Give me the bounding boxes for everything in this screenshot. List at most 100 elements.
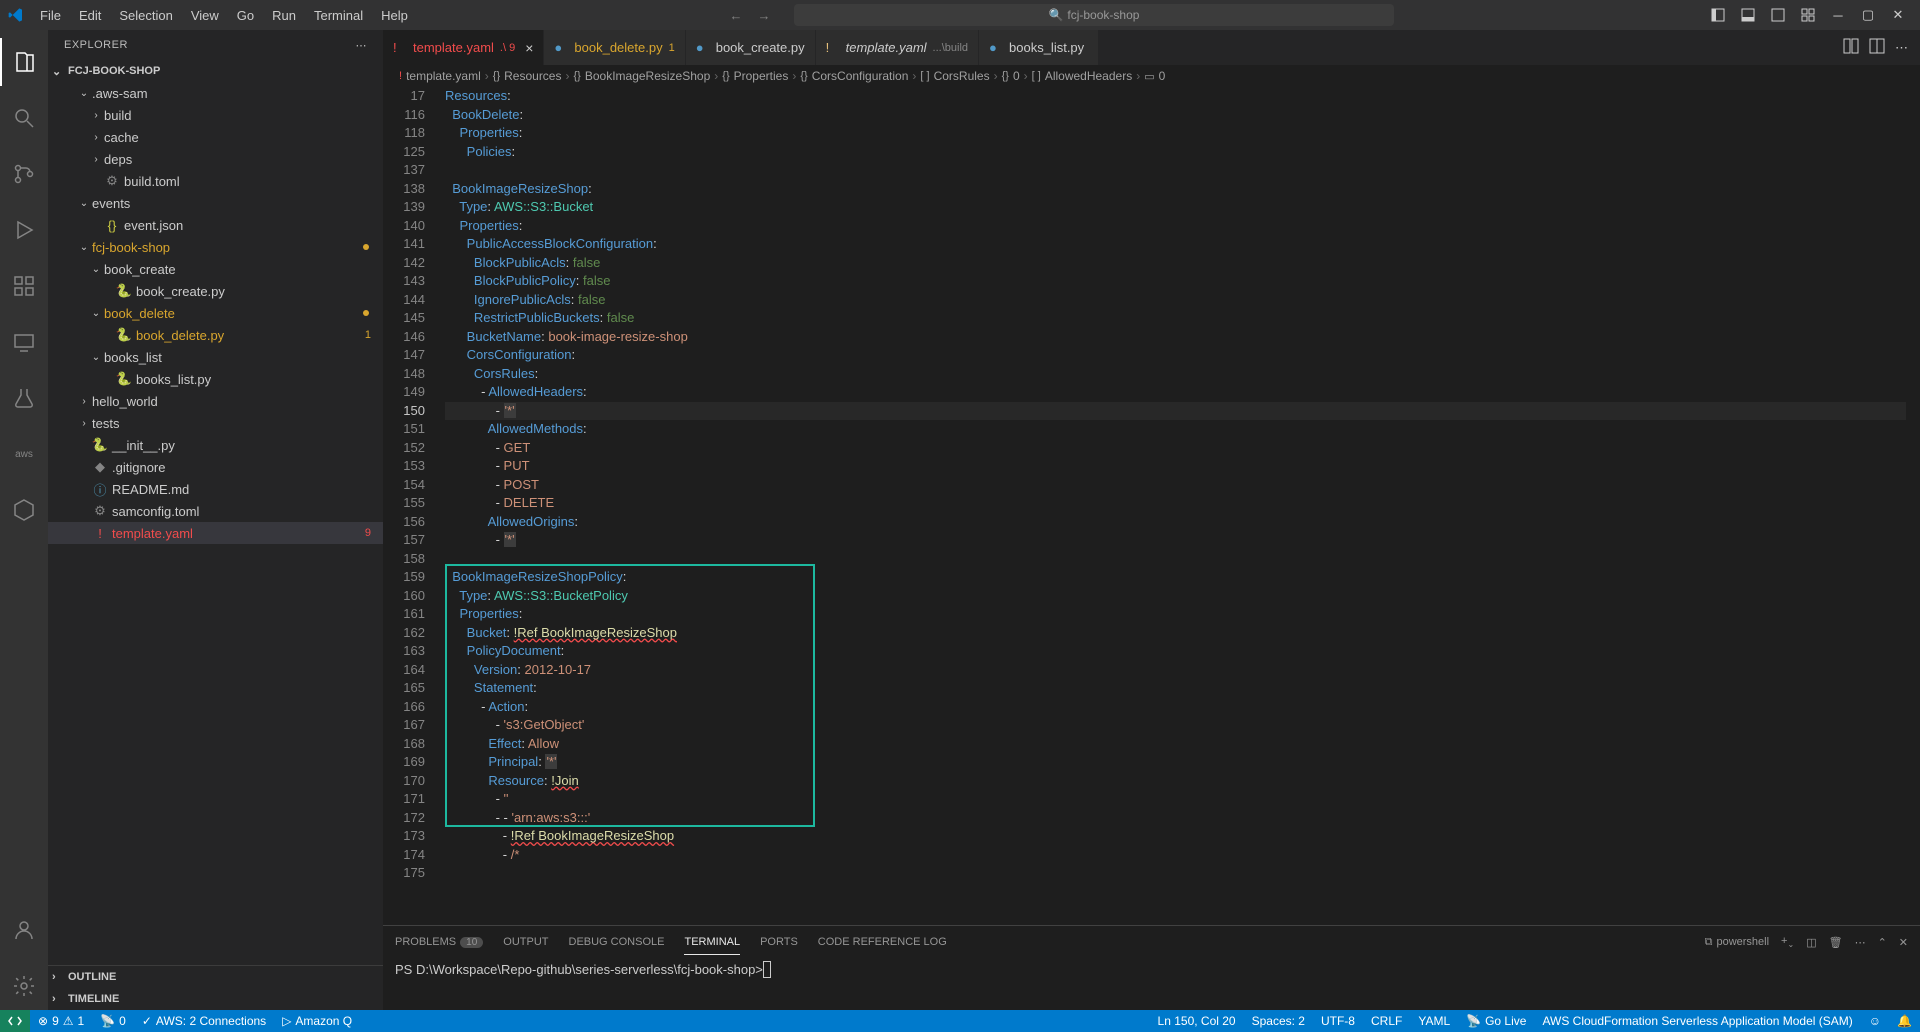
tree-file-samconfig-toml[interactable]: ⚙samconfig.toml bbox=[48, 500, 383, 522]
panel-close-icon[interactable]: ✕ bbox=[1899, 936, 1908, 949]
status-golive[interactable]: 📡Go Live bbox=[1458, 1014, 1534, 1028]
timeline-section[interactable]: ›TIMELINE bbox=[48, 988, 383, 1010]
menu-view[interactable]: View bbox=[183, 4, 227, 27]
minimap[interactable] bbox=[1906, 87, 1920, 925]
tab-template-yaml[interactable]: !template.yaml...\build bbox=[816, 30, 979, 65]
tab-books-list-py[interactable]: ●books_list.py bbox=[979, 30, 1099, 65]
tree-folder-book-create[interactable]: ⌄book_create bbox=[48, 258, 383, 280]
panel-tab-code-reference-log[interactable]: CODE REFERENCE LOG bbox=[818, 930, 947, 954]
compare-changes-icon[interactable] bbox=[1843, 38, 1859, 57]
breadcrumb-item[interactable]: {} BookImageResizeShop bbox=[573, 69, 710, 83]
breadcrumb-item[interactable]: {} Resources bbox=[493, 69, 562, 83]
breadcrumb-item[interactable]: {} Properties bbox=[722, 69, 788, 83]
more-actions-icon[interactable]: ⋯ bbox=[1895, 40, 1908, 56]
activity-extensions-icon[interactable] bbox=[0, 262, 48, 310]
status-indent[interactable]: Spaces: 2 bbox=[1244, 1014, 1313, 1028]
breadcrumb-item[interactable]: [ ] CorsRules bbox=[920, 69, 989, 83]
activity-amazon-q-icon[interactable] bbox=[0, 486, 48, 534]
layout-panel-bottom-icon[interactable] bbox=[1734, 1, 1762, 29]
panel-tab-problems[interactable]: PROBLEMS10 bbox=[395, 930, 483, 954]
status-language[interactable]: YAML bbox=[1410, 1014, 1458, 1028]
tab-book-create-py[interactable]: ●book_create.py bbox=[686, 30, 816, 65]
tab-template-yaml[interactable]: !template.yaml.\ 9× bbox=[383, 30, 544, 65]
panel-maximize-icon[interactable]: ⌃ bbox=[1878, 936, 1887, 949]
tree-file--gitignore[interactable]: ◆.gitignore bbox=[48, 456, 383, 478]
explorer-more-icon[interactable]: ⋯ bbox=[356, 39, 368, 52]
status-eol[interactable]: CRLF bbox=[1363, 1014, 1410, 1028]
status-amazonq[interactable]: ▷Amazon Q bbox=[274, 1014, 360, 1028]
tree-folder-cache[interactable]: ›cache bbox=[48, 126, 383, 148]
tree-file-template-yaml[interactable]: !template.yaml9 bbox=[48, 522, 383, 544]
status-encoding[interactable]: UTF-8 bbox=[1313, 1014, 1363, 1028]
menu-go[interactable]: Go bbox=[229, 4, 262, 27]
status-cursor-pos[interactable]: Ln 150, Col 20 bbox=[1150, 1014, 1244, 1028]
code-content[interactable]: Resources: BookDelete: Properties: Polic… bbox=[445, 87, 1920, 925]
breadcrumb[interactable]: ! template.yaml›{} Resources›{} BookImag… bbox=[383, 65, 1920, 87]
panel-tab-output[interactable]: OUTPUT bbox=[503, 930, 548, 954]
terminal-body[interactable]: PS D:\Workspace\Repo-github\series-serve… bbox=[383, 958, 1920, 1010]
status-feedback-icon[interactable]: ☺ bbox=[1861, 1014, 1889, 1028]
activity-debug-icon[interactable] bbox=[0, 206, 48, 254]
panel-tab-debug-console[interactable]: DEBUG CONSOLE bbox=[569, 930, 665, 954]
terminal-shell-select[interactable]: ⧉ powershell bbox=[1705, 936, 1769, 949]
tree-folder-hello-world[interactable]: ›hello_world bbox=[48, 390, 383, 412]
split-editor-icon[interactable] bbox=[1869, 38, 1885, 57]
tree-file-book-create-py[interactable]: 🐍book_create.py bbox=[48, 280, 383, 302]
breadcrumb-item[interactable]: {} 0 bbox=[1002, 69, 1020, 83]
tree-file-books-list-py[interactable]: 🐍books_list.py bbox=[48, 368, 383, 390]
tree-file---init---py[interactable]: 🐍__init__.py bbox=[48, 434, 383, 456]
tree-file-event-json[interactable]: {}event.json bbox=[48, 214, 383, 236]
status-ports[interactable]: 📡0 bbox=[92, 1014, 134, 1028]
breadcrumb-item[interactable]: ! template.yaml bbox=[399, 69, 481, 83]
activity-settings-icon[interactable] bbox=[0, 962, 48, 1010]
outline-section[interactable]: ›OUTLINE bbox=[48, 966, 383, 988]
breadcrumb-item[interactable]: {} CorsConfiguration bbox=[800, 69, 908, 83]
tree-folder-deps[interactable]: ›deps bbox=[48, 148, 383, 170]
breadcrumb-item[interactable]: ▭ 0 bbox=[1144, 69, 1165, 83]
menu-selection[interactable]: Selection bbox=[111, 4, 180, 27]
activity-remote-icon[interactable] bbox=[0, 318, 48, 366]
window-close-icon[interactable]: ✕ bbox=[1884, 1, 1912, 29]
tab-close-icon[interactable]: × bbox=[525, 40, 533, 56]
activity-aws-icon[interactable]: aws bbox=[0, 430, 48, 478]
status-aws[interactable]: ✓AWS: 2 Connections bbox=[134, 1014, 274, 1028]
menu-file[interactable]: File bbox=[32, 4, 69, 27]
menu-edit[interactable]: Edit bbox=[71, 4, 109, 27]
activity-search-icon[interactable] bbox=[0, 94, 48, 142]
activity-scm-icon[interactable] bbox=[0, 150, 48, 198]
layout-sidebar-right-icon[interactable] bbox=[1764, 1, 1792, 29]
activity-testing-icon[interactable] bbox=[0, 374, 48, 422]
layout-sidebar-left-icon[interactable] bbox=[1704, 1, 1732, 29]
layout-customize-icon[interactable] bbox=[1794, 1, 1822, 29]
status-remote-icon[interactable] bbox=[0, 1010, 30, 1032]
nav-back-icon[interactable]: ← bbox=[726, 5, 746, 25]
tree-file-book-delete-py[interactable]: 🐍book_delete.py1 bbox=[48, 324, 383, 346]
status-sam[interactable]: AWS CloudFormation Serverless Applicatio… bbox=[1534, 1014, 1860, 1028]
tree-folder-fcj-book-shop[interactable]: ⌄fcj-book-shop bbox=[48, 236, 383, 258]
status-problems[interactable]: ⊗9 ⚠1 bbox=[30, 1014, 92, 1028]
code-editor[interactable]: 1711611812513713813914014114214314414514… bbox=[383, 87, 1920, 925]
command-center-search[interactable]: 🔍 fcj-book-shop bbox=[794, 4, 1394, 26]
window-maximize-icon[interactable]: ▢ bbox=[1854, 1, 1882, 29]
window-minimize-icon[interactable]: ─ bbox=[1824, 1, 1852, 29]
tree-folder-book-delete[interactable]: ⌄book_delete bbox=[48, 302, 383, 324]
terminal-new-icon[interactable]: +⌄ bbox=[1781, 935, 1794, 949]
breadcrumb-item[interactable]: [ ] AllowedHeaders bbox=[1032, 69, 1133, 83]
tree-file-build-toml[interactable]: ⚙build.toml bbox=[48, 170, 383, 192]
activity-accounts-icon[interactable] bbox=[0, 906, 48, 954]
tree-file-readme-md[interactable]: ⓘREADME.md bbox=[48, 478, 383, 500]
tree-folder-tests[interactable]: ›tests bbox=[48, 412, 383, 434]
terminal-more-icon[interactable]: ⋯ bbox=[1855, 936, 1866, 949]
menu-help[interactable]: Help bbox=[373, 4, 416, 27]
menu-terminal[interactable]: Terminal bbox=[306, 4, 371, 27]
menu-run[interactable]: Run bbox=[264, 4, 304, 27]
panel-tab-ports[interactable]: PORTS bbox=[760, 930, 798, 954]
status-bell-icon[interactable]: 🔔 bbox=[1889, 1014, 1920, 1028]
tree-folder--aws-sam[interactable]: ⌄.aws-sam bbox=[48, 82, 383, 104]
activity-explorer-icon[interactable] bbox=[0, 38, 48, 86]
tree-folder-events[interactable]: ⌄events bbox=[48, 192, 383, 214]
tree-folder-build[interactable]: ›build bbox=[48, 104, 383, 126]
panel-tab-terminal[interactable]: TERMINAL bbox=[684, 930, 740, 955]
explorer-root[interactable]: ⌄FCJ-BOOK-SHOP bbox=[48, 60, 383, 82]
tree-folder-books-list[interactable]: ⌄books_list bbox=[48, 346, 383, 368]
